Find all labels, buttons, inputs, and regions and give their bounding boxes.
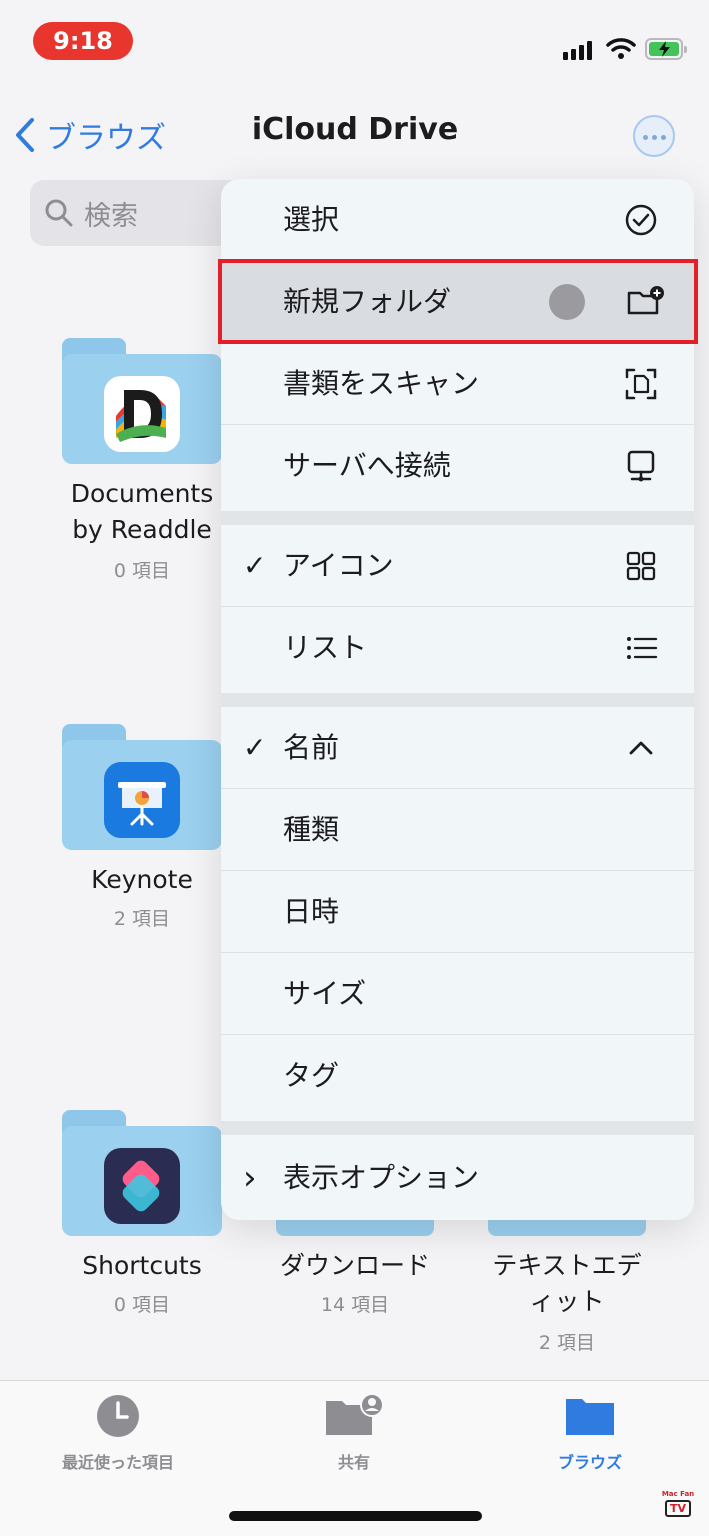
menu-separator [221, 693, 694, 707]
status-time: 9:18 [33, 22, 133, 60]
folder-icon [566, 1399, 614, 1435]
more-options-button[interactable] [633, 115, 675, 157]
documents-app-icon [104, 376, 180, 452]
item-count: 0 項目 [113, 1294, 171, 1316]
doc-scan-icon [625, 368, 657, 400]
tab-shared[interactable]: 共有 [254, 1393, 454, 1473]
folder-documents[interactable] [62, 338, 222, 464]
highlight-frame [218, 259, 698, 344]
folder-name: Keynote [91, 865, 193, 894]
menu-item-sort-date[interactable]: 日時 [221, 871, 694, 953]
shortcuts-app-icon [104, 1148, 180, 1224]
menu-item-sort-size[interactable]: サイズ [221, 953, 694, 1035]
display-icon [627, 450, 655, 482]
checkmark: ✓ [243, 731, 267, 764]
tab-browse[interactable]: ブラウズ [490, 1393, 690, 1473]
search-icon [45, 199, 73, 227]
shared-folder-icon [326, 1393, 384, 1435]
folder-name: Shortcuts [82, 1251, 202, 1280]
menu-item-list-view[interactable]: リスト [221, 607, 694, 689]
macfan-tv-logo: Mac Fan TV [661, 1490, 695, 1517]
back-button-label: ブラウズ [46, 121, 166, 156]
folder-keynote[interactable] [62, 724, 222, 850]
menu-item-sort-name[interactable]: ✓ 名前 [221, 707, 694, 789]
list-icon [627, 637, 658, 659]
folder-shortcuts[interactable] [62, 1110, 222, 1236]
wifi-icon [606, 38, 636, 59]
home-indicator[interactable] [229, 1511, 482, 1521]
menu-separator [221, 1121, 694, 1135]
battery-charging-icon [645, 38, 687, 60]
item-count: 2 項目 [538, 1332, 596, 1354]
chevron-up-icon [629, 741, 653, 755]
chevron-right-icon: › [243, 1158, 257, 1198]
cellular-signal-icon [563, 40, 595, 60]
menu-item-icons-view[interactable]: ✓ アイコン [221, 525, 694, 607]
keynote-app-icon [104, 762, 180, 838]
back-button[interactable]: ブラウズ [14, 110, 166, 160]
menu-item-sort-kind[interactable]: 種類 [221, 789, 694, 871]
folder-name: テキストエデ ィット [492, 1251, 642, 1316]
page-title: iCloud Drive [251, 112, 459, 147]
checkmark-circle-icon [625, 204, 657, 236]
menu-item-scan-documents[interactable]: 書類をスキャン [221, 343, 694, 425]
checkmark: ✓ [243, 549, 267, 582]
clock-icon [97, 1395, 139, 1437]
folder-name: Documents by Readdle [70, 479, 214, 544]
menu-item-sort-tags[interactable]: タグ [221, 1035, 694, 1117]
item-count: 2 項目 [113, 908, 171, 930]
menu-item-select[interactable]: 選択 [221, 179, 694, 261]
grid-icon [626, 551, 656, 581]
chevron-left-icon [16, 118, 34, 152]
tab-recents[interactable]: 最近使った項目 [18, 1393, 218, 1473]
menu-item-connect-server[interactable]: サーバへ接続 [221, 425, 694, 507]
item-count: 14 項目 [320, 1294, 390, 1316]
menu-separator [221, 511, 694, 525]
menu-item-view-options[interactable]: › 表示オプション [221, 1137, 694, 1219]
item-count: 0 項目 [113, 560, 171, 582]
folder-name: ダウンロード [279, 1251, 430, 1280]
search-placeholder: 検索 [84, 200, 138, 232]
